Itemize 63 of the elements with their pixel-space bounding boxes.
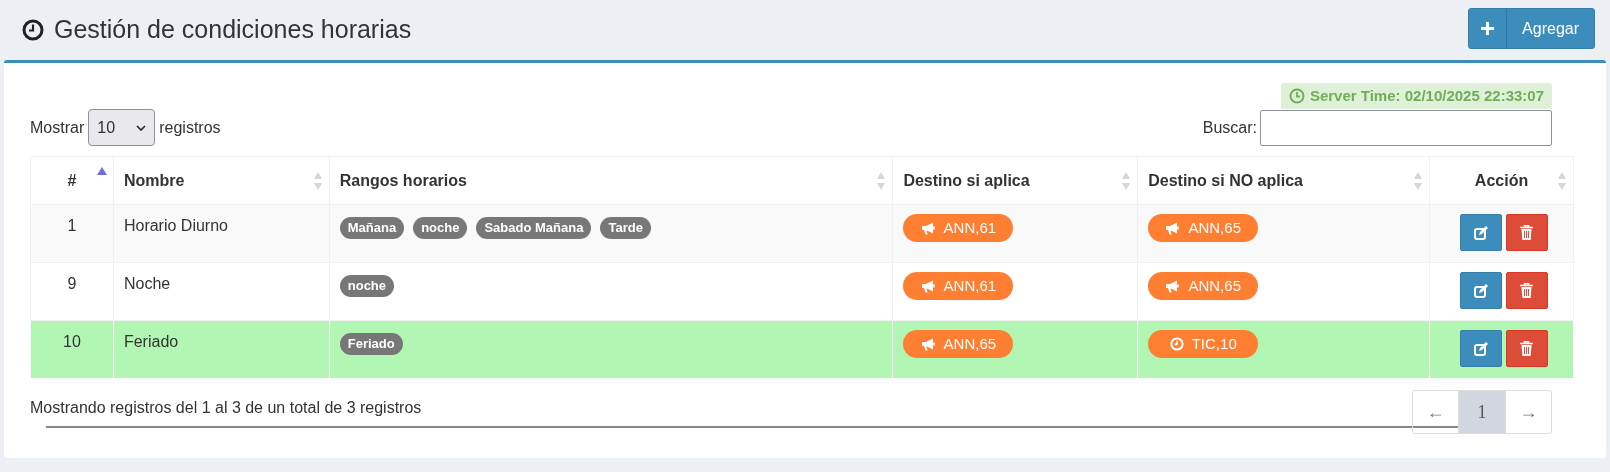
megaphone-icon [1165, 221, 1181, 235]
sort-icon [1121, 171, 1132, 191]
sort-icon [876, 171, 887, 191]
table-cell: 1 [67, 217, 77, 234]
sort-icon [1413, 171, 1423, 191]
trash-icon [1520, 283, 1533, 298]
sort-icon [312, 171, 323, 191]
range-tag: noche [339, 275, 395, 297]
column-header[interactable]: Acción [1429, 156, 1574, 205]
edit-button[interactable] [1459, 272, 1502, 309]
trash-icon [1520, 225, 1533, 240]
table-cell: Horario Diurno [123, 217, 228, 234]
range-tag: Mañana [339, 217, 405, 239]
next-page-button[interactable]: → [1505, 391, 1551, 433]
sort-ascending-icon [96, 167, 107, 175]
destination-badge: ANN,65 [1148, 272, 1259, 300]
sort-icon [1557, 171, 1567, 191]
range-tag: noche [413, 217, 468, 239]
edit-icon [1473, 341, 1488, 356]
table-cell: Noche [123, 275, 171, 292]
edit-button[interactable] [1459, 330, 1502, 367]
show-label: Mostrar [30, 117, 85, 138]
table-info-text: Mostrando registros del 1 al 3 de un total de 3 registros [30, 398, 422, 418]
table-cell: 9 [67, 275, 77, 292]
edit-icon [1473, 225, 1488, 240]
table-cell: Feriado [123, 333, 179, 350]
range-tag: Feriado [339, 333, 403, 355]
clock-icon [22, 19, 44, 41]
delete-button[interactable] [1505, 272, 1548, 309]
server-time-badge: Server Time: 02/10/2025 22:33:07 [1280, 83, 1552, 109]
column-header[interactable]: Destino si NO aplica [1137, 156, 1430, 205]
megaphone-icon [920, 337, 936, 351]
destination-badge: ANN,65 [903, 330, 1014, 358]
records-label: registros [159, 117, 221, 138]
edit-icon [1473, 283, 1488, 298]
delete-button[interactable] [1505, 214, 1548, 251]
delete-button[interactable] [1505, 330, 1548, 367]
page-button[interactable]: 1 [1459, 391, 1505, 433]
edit-button[interactable] [1459, 214, 1502, 251]
page-size-select[interactable]: 10 [88, 109, 156, 146]
clock-icon [1169, 337, 1184, 351]
megaphone-icon [920, 221, 936, 235]
range-tag: Sabado Mañana [476, 217, 592, 239]
range-tag: Tarde [600, 217, 651, 239]
destination-badge: ANN,65 [1148, 214, 1259, 242]
column-header[interactable]: Rangos horarios [329, 156, 893, 205]
megaphone-icon [920, 279, 936, 293]
megaphone-icon [1165, 279, 1181, 293]
column-header[interactable]: Nombre [113, 156, 330, 205]
trash-icon [1520, 341, 1533, 356]
add-button[interactable]: Agregar [1468, 8, 1595, 49]
column-header[interactable]: Destino si aplica [892, 156, 1138, 205]
destination-badge: TIC,10 [1148, 330, 1259, 358]
table-cell: 10 [63, 333, 81, 350]
destination-badge: ANN,61 [903, 272, 1014, 300]
column-header[interactable]: # [30, 156, 114, 205]
search-field[interactable] [1260, 109, 1552, 146]
destination-badge: ANN,61 [903, 214, 1014, 242]
page-title: Gestión de condiciones horarias [54, 14, 412, 46]
clock-icon [1288, 88, 1305, 104]
search-label: Buscar: [1202, 117, 1257, 138]
plus-icon [1481, 22, 1495, 35]
chevron-down-icon [136, 124, 147, 131]
